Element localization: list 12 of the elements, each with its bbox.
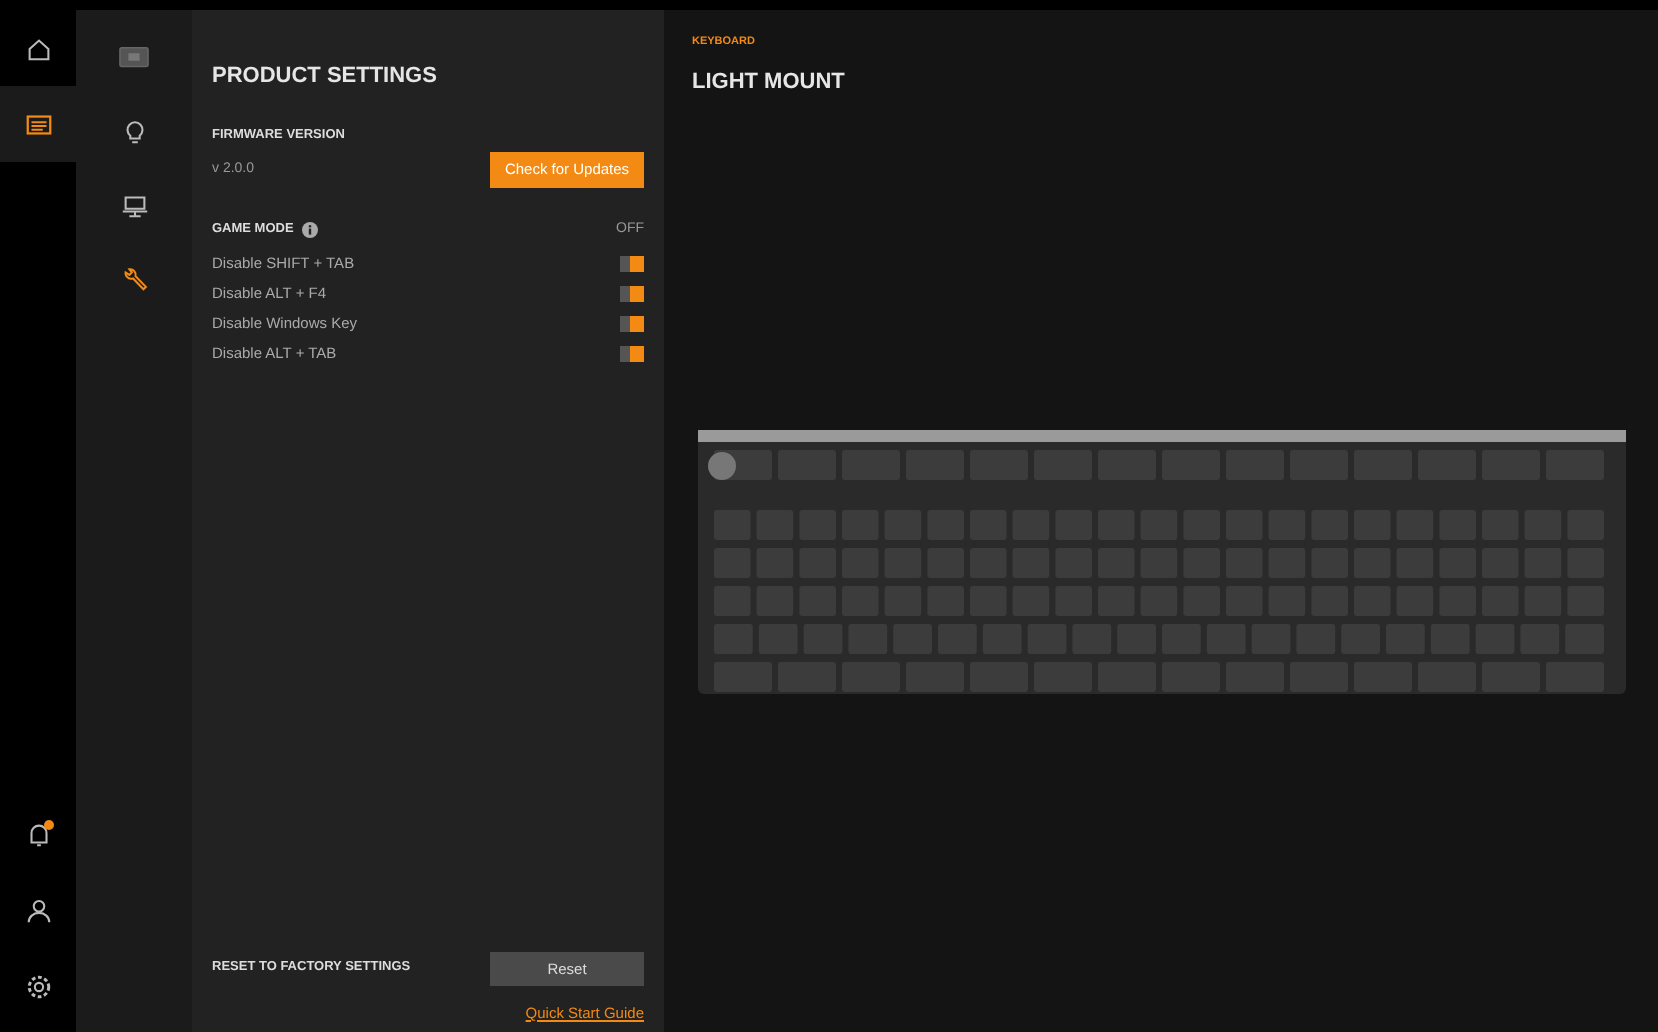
monitor-icon[interactable] bbox=[119, 190, 149, 220]
info-icon[interactable] bbox=[301, 221, 318, 238]
toggle-switch[interactable] bbox=[620, 255, 644, 271]
toggle-switch[interactable] bbox=[620, 285, 644, 301]
wrench-icon[interactable] bbox=[119, 264, 149, 294]
settings-icon[interactable] bbox=[23, 971, 53, 1001]
toggle-switch[interactable] bbox=[620, 315, 644, 331]
device-name: LIGHT MOUNT bbox=[692, 68, 847, 99]
list-icon[interactable] bbox=[23, 109, 53, 139]
settings-title: PRODUCT SETTINGS bbox=[212, 62, 439, 92]
user-icon[interactable] bbox=[23, 895, 53, 925]
toggle-switch[interactable] bbox=[620, 345, 644, 361]
